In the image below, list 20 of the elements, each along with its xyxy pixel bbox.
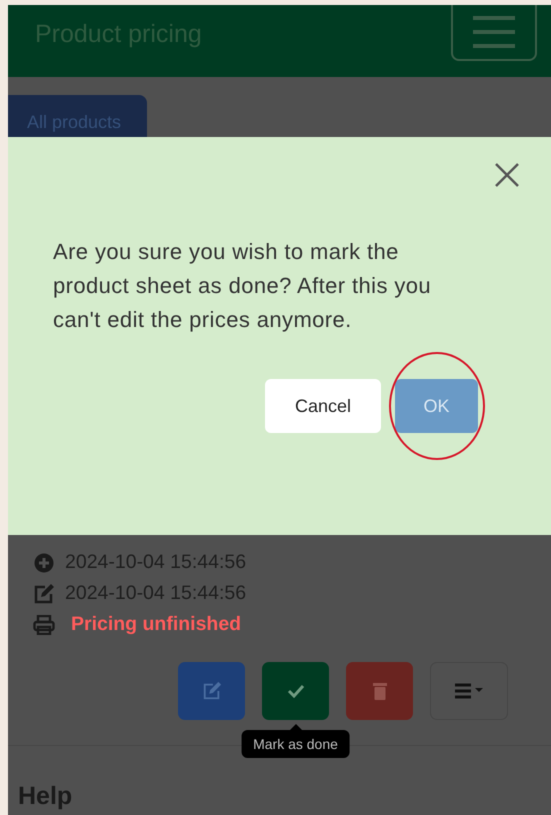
list-caret-icon (455, 683, 483, 699)
edit-icon (33, 582, 55, 604)
status-text: Pricing unfinished (71, 613, 242, 636)
delete-button[interactable] (346, 662, 413, 720)
cancel-button[interactable]: Cancel (265, 379, 381, 433)
menu-icon (473, 16, 515, 48)
dialog-message: Are you sure you wish to mark the product sheet as done? After this you can't edit the prices anymore. (53, 238, 432, 334)
edit-button[interactable] (178, 662, 245, 720)
printer-icon (33, 614, 55, 634)
trash-icon (372, 682, 386, 700)
tooltip: Mark as done (241, 730, 350, 758)
ok-button[interactable]: OK (395, 379, 478, 433)
mark-done-button[interactable] (262, 662, 329, 720)
checkmark-icon (286, 684, 304, 698)
plus-circle-icon (34, 552, 54, 572)
tooltip-arrow (290, 724, 302, 730)
menu-button[interactable] (451, 5, 537, 61)
close-icon (495, 163, 519, 187)
edit-icon (202, 681, 222, 701)
menu-dropdown-button[interactable] (430, 662, 508, 720)
